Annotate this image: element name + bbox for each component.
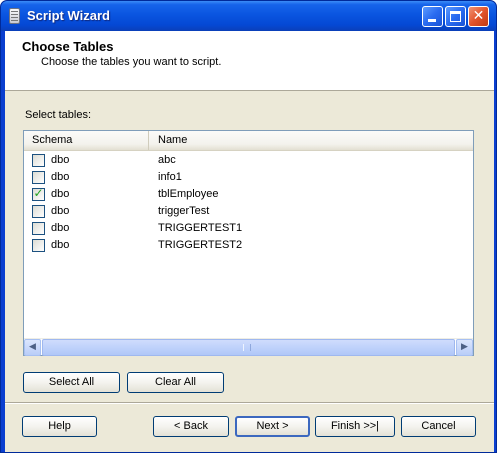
grip-icon [243,344,251,351]
name-cell: TRIGGERTEST1 [158,222,243,234]
schema-cell: dbo [51,171,70,183]
column-header-name[interactable]: Name [150,131,473,150]
footer-separator [5,402,494,404]
tables-list[interactable]: Schema Name ✓ dbo abc ✓ dbo info1 ✓ dbo … [23,130,474,356]
row-checkbox[interactable]: ✓ [32,205,45,218]
help-button[interactable]: Help [22,416,97,437]
page-subtitle: Choose the tables you want to script. [41,56,222,68]
clear-all-button[interactable]: Clear All [127,372,224,393]
next-button[interactable]: Next > [235,416,310,437]
schema-cell: dbo [51,222,70,234]
maximize-button[interactable] [445,6,466,27]
close-button[interactable]: ✕ [468,6,489,27]
back-button[interactable]: < Back [153,416,229,437]
name-cell: TRIGGERTEST2 [158,239,243,251]
name-cell: abc [158,154,176,166]
script-wizard-window: Script Wizard ✕ Choose Tables Choose the… [0,0,497,453]
name-cell: tblEmployee [158,188,219,200]
schema-cell: dbo [51,188,70,200]
title-bar[interactable]: Script Wizard ✕ [1,1,496,31]
window-title: Script Wizard [27,8,110,23]
close-icon: ✕ [472,8,485,24]
dialog-body: Choose Tables Choose the tables you want… [5,31,494,452]
check-icon: ✓ [33,186,44,200]
list-header: Schema Name [24,131,473,151]
row-checkbox[interactable]: ✓ [32,154,45,167]
arrow-right-icon[interactable]: ▶ [456,339,473,356]
arrow-left-icon[interactable]: ◀ [24,339,41,356]
scroll-thumb[interactable] [42,339,455,356]
row-checkbox[interactable]: ✓ [32,239,45,252]
column-header-schema[interactable]: Schema [24,131,149,150]
table-row[interactable]: ✓ dbo info1 [24,169,473,186]
name-cell: info1 [158,171,182,183]
row-checkbox[interactable]: ✓ [32,186,45,201]
row-checkbox[interactable]: ✓ [32,222,45,235]
select-tables-label: Select tables: [25,109,92,121]
table-rows: ✓ dbo abc ✓ dbo info1 ✓ dbo tblEmployee … [24,152,473,254]
horizontal-scrollbar[interactable]: ◀ ▶ [24,338,473,356]
cancel-button[interactable]: Cancel [401,416,476,437]
table-row[interactable]: ✓ dbo tblEmployee [24,186,473,203]
schema-cell: dbo [51,154,70,166]
wizard-header: Choose Tables Choose the tables you want… [5,31,494,91]
table-row[interactable]: ✓ dbo TRIGGERTEST1 [24,220,473,237]
select-all-button[interactable]: Select All [23,372,120,393]
maximize-icon [450,11,461,22]
minimize-icon [428,19,436,22]
table-row[interactable]: ✓ dbo triggerTest [24,203,473,220]
schema-cell: dbo [51,239,70,251]
schema-cell: dbo [51,205,70,217]
row-checkbox[interactable]: ✓ [32,171,45,184]
table-row[interactable]: ✓ dbo abc [24,152,473,169]
table-row[interactable]: ✓ dbo TRIGGERTEST2 [24,237,473,254]
page-title: Choose Tables [22,39,114,54]
finish-button[interactable]: Finish >>| [315,416,395,437]
name-cell: triggerTest [158,205,210,217]
minimize-button[interactable] [422,6,443,27]
script-icon [9,8,20,24]
